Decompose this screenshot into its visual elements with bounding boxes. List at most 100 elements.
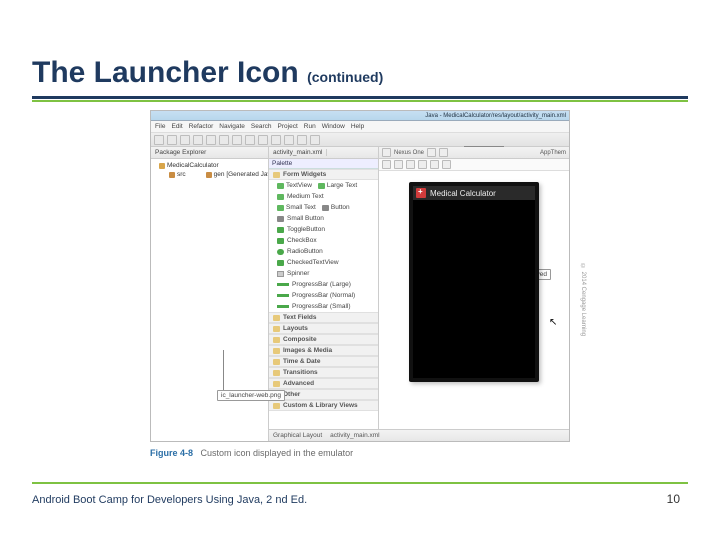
toolbar-button[interactable]: [206, 135, 216, 145]
widget-icon: [277, 249, 284, 255]
device-toolbar-button[interactable]: [439, 148, 448, 157]
toolbar-button[interactable]: [258, 135, 268, 145]
toolbar-button[interactable]: [154, 135, 164, 145]
menu-item[interactable]: Window: [322, 123, 345, 130]
device-toolbar-button[interactable]: [394, 160, 403, 169]
palette-item[interactable]: Small Text: [277, 203, 316, 212]
editor-tab[interactable]: activity_main.xml: [269, 149, 327, 156]
device-toolbar-button[interactable]: [382, 160, 391, 169]
folder-icon: [169, 172, 175, 178]
toolbar-button[interactable]: [245, 135, 255, 145]
device-toolbar-button[interactable]: [418, 160, 427, 169]
folder-icon: [273, 348, 280, 354]
palette-group[interactable]: Images & Media: [269, 345, 378, 356]
widget-icon: [277, 227, 284, 233]
toolbar-button[interactable]: [297, 135, 307, 145]
figure-caption: Figure 4-8 Custom icon displayed in the …: [150, 448, 353, 458]
editor-tab-label: activity_main.xml: [273, 149, 322, 156]
device-toolbar-button[interactable]: [430, 160, 439, 169]
palette-group[interactable]: Composite: [269, 334, 378, 345]
theme-selector[interactable]: AppThem: [540, 150, 566, 156]
toolbar-button[interactable]: [310, 135, 320, 145]
palette-item[interactable]: ProgressBar (Large): [269, 279, 378, 290]
ide-menu: File Edit Refactor Navigate Search Proje…: [151, 121, 569, 133]
toolbar-button[interactable]: [284, 135, 294, 145]
palette-group[interactable]: Advanced: [269, 378, 378, 389]
palette-group-label: Layouts: [283, 325, 308, 332]
title-subtitle: (continued): [307, 69, 383, 85]
bottom-tab[interactable]: Graphical Layout: [273, 432, 322, 439]
tree-item[interactable]: gen [Generated Java Files]: [204, 170, 268, 179]
widget-icon: [277, 271, 284, 277]
menu-item[interactable]: File: [155, 123, 165, 130]
device-toolbar-button[interactable]: [406, 160, 415, 169]
menu-item[interactable]: Navigate: [219, 123, 245, 130]
editor-tabs: activity_main.xml: [269, 147, 378, 159]
device-toolbar-2: [379, 159, 569, 171]
callout-leader-line: [223, 350, 224, 390]
package-explorer-tab[interactable]: Package Explorer: [151, 147, 268, 159]
palette-group[interactable]: Custom & Library Views: [269, 400, 378, 411]
palette-header: Palette: [269, 159, 378, 169]
palette-item-label: Spinner: [287, 269, 309, 278]
palette-item[interactable]: RadioButton: [269, 246, 378, 257]
ide-titlebar: Java - MedicalCalculator/res/layout/acti…: [151, 111, 569, 121]
palette-item[interactable]: ProgressBar (Normal): [269, 290, 378, 301]
menu-item[interactable]: Refactor: [189, 123, 214, 130]
ide-toolbar: [151, 133, 569, 147]
palette-item[interactable]: Medium Text: [269, 191, 378, 202]
palette-panel: activity_main.xml Palette Form WidgetsTe…: [269, 147, 379, 441]
palette-group[interactable]: Text Fields: [269, 312, 378, 323]
palette-item[interactable]: Spinner: [269, 268, 378, 279]
palette-item-label: ProgressBar (Small): [292, 302, 351, 311]
tree-item[interactable]: src: [167, 170, 188, 179]
palette-item-label: CheckBox: [287, 236, 317, 245]
folder-icon: [273, 403, 280, 409]
bottom-tab[interactable]: activity_main.xml: [330, 432, 379, 439]
device-selector[interactable]: Nexus One: [394, 150, 424, 156]
palette-item[interactable]: TextView: [277, 181, 312, 190]
palette-group[interactable]: Layouts: [269, 323, 378, 334]
toolbar-button[interactable]: [180, 135, 190, 145]
ide-window: Java - MedicalCalculator/res/layout/acti…: [150, 110, 570, 442]
palette-item[interactable]: ProgressBar (Small): [269, 301, 378, 312]
menu-item[interactable]: Help: [351, 123, 364, 130]
toolbar-button[interactable]: [219, 135, 229, 145]
palette-item[interactable]: Large Text: [318, 181, 357, 190]
palette-group-label: Advanced: [283, 380, 314, 387]
menu-item[interactable]: Search: [251, 123, 272, 130]
toolbar-button[interactable]: [193, 135, 203, 145]
palette-group[interactable]: Form Widgets: [269, 169, 378, 180]
footer-text: Android Boot Camp for Developers Using J…: [32, 494, 307, 506]
tree-project[interactable]: MedicalCalculator: [157, 161, 268, 170]
menu-item[interactable]: Run: [304, 123, 316, 130]
editor-bottom-tabs: Graphical Layout activity_main.xml: [269, 429, 569, 441]
device-toolbar-button[interactable]: [442, 160, 451, 169]
palette-group[interactable]: Time & Date: [269, 356, 378, 367]
tree-label: MedicalCalculator: [167, 161, 219, 170]
palette-item[interactable]: Small Button: [269, 213, 378, 224]
callout-text: ic_launcher-web.png: [221, 392, 281, 399]
device-toolbar-button[interactable]: [382, 148, 391, 157]
palette-group-label: Transitions: [283, 369, 318, 376]
menu-item[interactable]: Edit: [171, 123, 182, 130]
palette-group[interactable]: Transitions: [269, 367, 378, 378]
toolbar-button[interactable]: [232, 135, 242, 145]
project-icon: [159, 163, 165, 169]
app-action-bar: Medical Calculator: [413, 186, 535, 200]
title-text: The Launcher Icon: [32, 56, 299, 89]
toolbar-button[interactable]: [167, 135, 177, 145]
device-toolbar-button[interactable]: [427, 148, 436, 157]
menu-item[interactable]: Project: [278, 123, 298, 130]
palette-item[interactable]: CheckBox: [269, 235, 378, 246]
palette-group[interactable]: Other: [269, 389, 378, 400]
palette-item[interactable]: Button: [322, 203, 350, 212]
toolbar-button[interactable]: [271, 135, 281, 145]
tree-label: gen [Generated Java Files]: [214, 170, 268, 179]
launcher-icon: [416, 188, 426, 198]
widget-icon: [277, 238, 284, 244]
palette-item[interactable]: CheckedTextView: [269, 257, 378, 268]
widget-icon: [277, 216, 284, 222]
palette-item[interactable]: ToggleButton: [269, 224, 378, 235]
slide-title: The Launcher Icon (continued): [32, 56, 383, 90]
